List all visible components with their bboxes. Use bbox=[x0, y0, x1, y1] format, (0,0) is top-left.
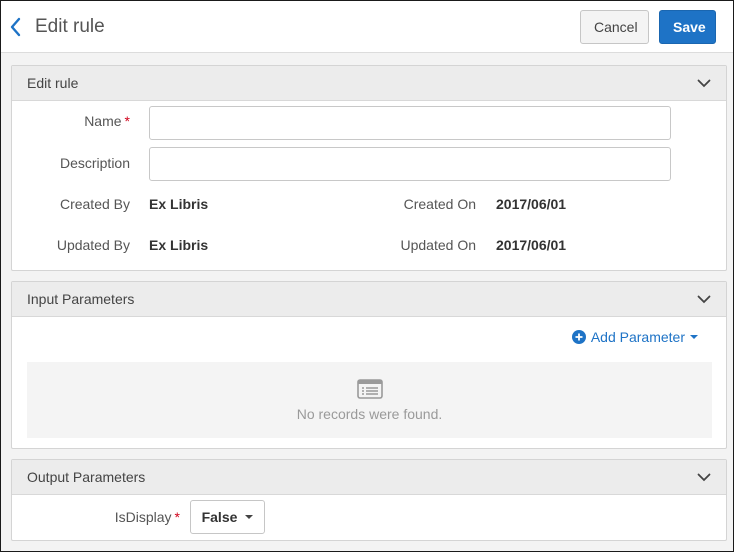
input-parameters-panel-header[interactable]: Input Parameters bbox=[12, 282, 726, 317]
input-parameters-panel-title: Input Parameters bbox=[27, 291, 135, 307]
updated-by-label: Updated By bbox=[56, 237, 130, 253]
isdisplay-value: False bbox=[201, 509, 238, 525]
list-icon bbox=[356, 378, 383, 399]
empty-state-text: No records were found. bbox=[296, 405, 443, 422]
updated-on-value: 2017/06/01 bbox=[496, 237, 567, 253]
updated-by-value: Ex Libris bbox=[149, 237, 209, 253]
edit-rule-panel-title: Edit rule bbox=[27, 75, 79, 91]
output-parameters-panel-header[interactable]: Output Parameters bbox=[12, 460, 726, 495]
required-marker: * bbox=[124, 113, 130, 129]
isdisplay-select[interactable]: False bbox=[190, 500, 265, 534]
isdisplay-label: IsDisplay * bbox=[114, 509, 180, 525]
output-parameters-panel-title: Output Parameters bbox=[27, 469, 146, 485]
empty-state: No records were found. bbox=[27, 362, 712, 438]
add-parameter-button[interactable]: Add Parameter bbox=[571, 329, 698, 345]
created-on-value: 2017/06/01 bbox=[496, 196, 567, 212]
edit-rule-panel-header[interactable]: Edit rule bbox=[12, 66, 726, 101]
caret-down-icon bbox=[690, 335, 698, 339]
name-input[interactable] bbox=[149, 106, 671, 140]
collapse-chevron-down-icon[interactable] bbox=[696, 75, 712, 91]
save-button[interactable]: Save bbox=[659, 9, 716, 44]
edit-rule-panel: Edit rule Name * Description Created By E… bbox=[11, 65, 727, 271]
cancel-button[interactable]: Cancel bbox=[580, 9, 649, 44]
page-title: Edit rule bbox=[35, 15, 105, 37]
created-by-value: Ex Libris bbox=[149, 196, 209, 212]
caret-down-icon bbox=[245, 515, 254, 519]
back-chevron-icon[interactable] bbox=[7, 16, 23, 38]
name-label: Name * bbox=[84, 113, 130, 129]
updated-on-label: Updated On bbox=[400, 237, 477, 253]
collapse-chevron-down-icon[interactable] bbox=[696, 291, 712, 307]
created-by-label: Created By bbox=[59, 196, 130, 212]
app-window: Edit rule Cancel Save Edit rule Name * De… bbox=[0, 0, 734, 552]
collapse-chevron-down-icon[interactable] bbox=[696, 469, 712, 485]
page-header: Edit rule Cancel Save bbox=[1, 1, 733, 53]
output-parameters-panel: Output Parameters IsDisplay * False bbox=[11, 459, 727, 541]
required-marker: * bbox=[174, 509, 180, 525]
created-on-label: Created On bbox=[403, 196, 476, 212]
add-parameter-label: Add Parameter bbox=[590, 329, 685, 345]
input-parameters-panel: Input Parameters Add Parameter No record… bbox=[11, 281, 727, 449]
description-label: Description bbox=[59, 155, 130, 171]
description-input[interactable] bbox=[149, 147, 671, 181]
plus-circle-icon bbox=[571, 330, 586, 344]
name-row: Name * bbox=[12, 113, 130, 129]
description-row: Description bbox=[12, 155, 130, 171]
